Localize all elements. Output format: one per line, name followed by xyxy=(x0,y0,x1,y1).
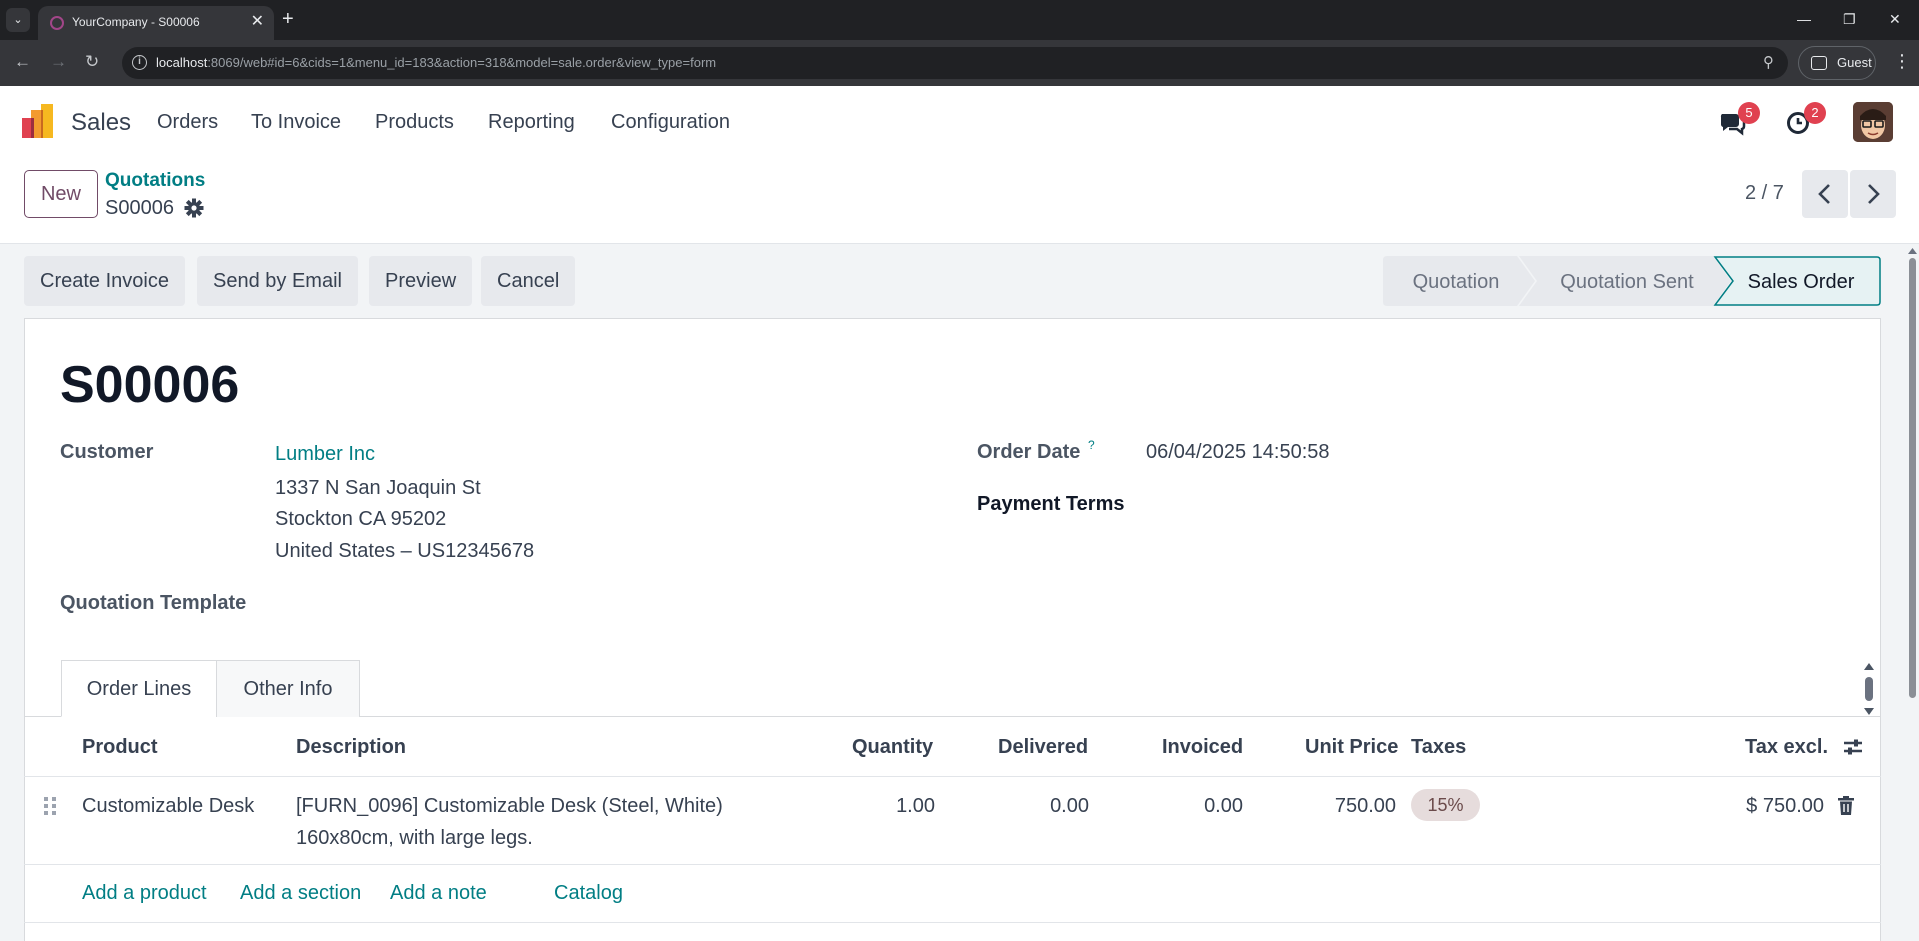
payment-terms-label: Payment Terms xyxy=(977,493,1125,515)
zoom-magnifier-icon[interactable]: ⚲ xyxy=(1763,53,1774,71)
send-by-email-button[interactable]: Send by Email xyxy=(197,256,358,306)
status-step-quotation-label: Quotation xyxy=(1413,271,1500,293)
cancel-button[interactable]: Cancel xyxy=(481,256,576,306)
app-name[interactable]: Sales xyxy=(71,109,131,137)
line-delivered: 0.00 xyxy=(1050,795,1089,817)
customer-address-line: United States – US12345678 xyxy=(275,540,535,562)
pager-previous-button[interactable] xyxy=(1802,170,1848,218)
new-button[interactable]: New xyxy=(24,170,98,218)
line-description[interactable]: [FURN_0096] Customizable Desk (Steel, Wh… xyxy=(296,795,723,818)
pager-value[interactable]: 2 / 7 xyxy=(1745,182,1784,205)
line-description-second[interactable]: 160x80cm, with large legs. xyxy=(296,827,533,850)
line-unit-price[interactable]: 750.00 xyxy=(1290,795,1396,818)
add-note-link[interactable]: Add a note xyxy=(390,882,487,905)
pager-next-button[interactable] xyxy=(1850,170,1896,218)
column-header-tax-excl[interactable]: Tax excl. xyxy=(1745,736,1828,759)
notebook-scrollbar[interactable] xyxy=(1862,663,1876,715)
profile-icon xyxy=(1811,56,1827,70)
url-text[interactable]: localhost:8069/web#id=6&cids=1&menu_id=1… xyxy=(156,55,716,70)
address-bar[interactable]: i localhost:8069/web#id=6&cids=1&menu_id… xyxy=(122,47,1788,79)
app-navbar: Sales Orders To Invoice Products Reporti… xyxy=(0,86,1919,158)
page-scrollbar[interactable] xyxy=(1906,244,1919,941)
column-header-invoiced[interactable]: Invoiced xyxy=(1162,736,1243,759)
table-header-divider xyxy=(24,776,1881,777)
line-invoiced: 0.00 xyxy=(1204,795,1243,817)
customer-address-line: 1337 N San Joaquin St xyxy=(275,477,481,499)
menu-reporting[interactable]: Reporting xyxy=(488,111,575,134)
order-name-title: S00006 xyxy=(60,356,240,414)
column-header-description[interactable]: Description xyxy=(296,736,406,759)
table-footer-divider xyxy=(24,922,1881,923)
status-step-quotation-sent-label: Quotation Sent xyxy=(1560,271,1694,293)
browser-tab-title: YourCompany - S00006 xyxy=(72,15,200,29)
chevron-right-icon xyxy=(1868,184,1880,204)
column-header-product[interactable]: Product xyxy=(82,736,158,759)
user-avatar-face-icon xyxy=(1853,102,1893,142)
chevron-left-icon xyxy=(1818,184,1830,204)
breadcrumb-current-record: S00006 xyxy=(105,197,174,219)
column-header-delivered[interactable]: Delivered xyxy=(998,736,1088,759)
activities-count-badge: 2 xyxy=(1804,102,1826,124)
tab-search-chevron-icon[interactable]: ⌄ xyxy=(6,8,30,32)
customer-link[interactable]: Lumber Inc xyxy=(275,443,375,466)
customer-label: Customer xyxy=(60,441,154,463)
forward-arrow-icon[interactable]: → xyxy=(50,53,67,71)
sales-app-logo-icon[interactable] xyxy=(22,104,56,138)
new-tab-plus-icon[interactable]: + xyxy=(282,9,294,29)
breadcrumb-quotations-link[interactable]: Quotations xyxy=(105,170,205,192)
site-info-icon[interactable]: i xyxy=(132,55,147,70)
trash-icon[interactable] xyxy=(1837,796,1855,816)
create-invoice-button[interactable]: Create Invoice xyxy=(24,256,185,306)
profile-label: Guest xyxy=(1837,55,1872,70)
restore-window-icon[interactable]: ❐ xyxy=(1843,10,1856,28)
menu-to-invoice[interactable]: To Invoice xyxy=(251,111,341,134)
order-date-field[interactable]: 06/04/2025 14:50:58 xyxy=(1146,441,1330,464)
close-window-icon[interactable]: ✕ xyxy=(1889,10,1901,28)
reload-icon[interactable]: ↻ xyxy=(85,53,99,71)
browser-tab[interactable]: YourCompany - S00006 ✕ xyxy=(38,6,274,40)
line-product[interactable]: Customizable Desk xyxy=(82,795,254,818)
menu-orders[interactable]: Orders xyxy=(157,111,218,134)
minimize-window-icon[interactable]: — xyxy=(1797,10,1811,28)
column-header-unit-price[interactable]: Unit Price xyxy=(1305,736,1398,759)
preview-button[interactable]: Preview xyxy=(369,256,473,306)
tab-other-info[interactable]: Other Info xyxy=(216,660,360,717)
add-section-link[interactable]: Add a section xyxy=(240,882,361,905)
status-steps: Quotation Quotation Sent Sales Order xyxy=(1383,256,1881,306)
control-panel: New Quotations S00006 2 / 7 xyxy=(0,158,1919,244)
gear-icon[interactable] xyxy=(184,198,204,218)
column-header-quantity[interactable]: Quantity xyxy=(852,736,933,759)
messages-count-badge: 5 xyxy=(1738,102,1760,124)
line-subtotal: $ 750.00 xyxy=(1746,795,1824,817)
table-row-divider xyxy=(24,864,1881,865)
add-product-link[interactable]: Add a product xyxy=(82,882,207,905)
user-avatar[interactable] xyxy=(1853,102,1893,142)
optional-columns-sliders-icon[interactable] xyxy=(1843,737,1863,757)
tab-order-lines[interactable]: Order Lines xyxy=(61,660,217,717)
drag-handle-icon[interactable] xyxy=(42,795,58,817)
more-options-icon[interactable]: ⋮ xyxy=(1893,52,1911,70)
back-arrow-icon[interactable]: ← xyxy=(14,53,31,71)
profile-button[interactable]: Guest xyxy=(1798,46,1876,80)
status-step-sales-order-label: Sales Order xyxy=(1748,271,1855,293)
browser-toolbar: ← → ↻ i localhost:8069/web#id=6&cids=1&m… xyxy=(0,40,1919,86)
quotation-template-label: Quotation Template xyxy=(60,592,247,614)
catalog-link[interactable]: Catalog xyxy=(554,882,623,905)
column-header-taxes[interactable]: Taxes xyxy=(1411,736,1466,759)
line-quantity[interactable]: 1.00 xyxy=(862,795,935,818)
odoo-favicon-icon xyxy=(50,16,64,30)
order-date-help-tooltip-icon[interactable]: ? xyxy=(1088,438,1095,452)
order-date-label: Order Date xyxy=(977,441,1081,463)
browser-tab-bar: ⌄ YourCompany - S00006 ✕ + — ❐ ✕ xyxy=(0,0,1919,40)
menu-products[interactable]: Products xyxy=(375,111,454,134)
line-tax-tag[interactable]: 15% xyxy=(1411,789,1480,821)
menu-configuration[interactable]: Configuration xyxy=(611,111,730,134)
close-tab-icon[interactable]: ✕ xyxy=(251,13,264,31)
customer-address-line: Stockton CA 95202 xyxy=(275,508,447,530)
